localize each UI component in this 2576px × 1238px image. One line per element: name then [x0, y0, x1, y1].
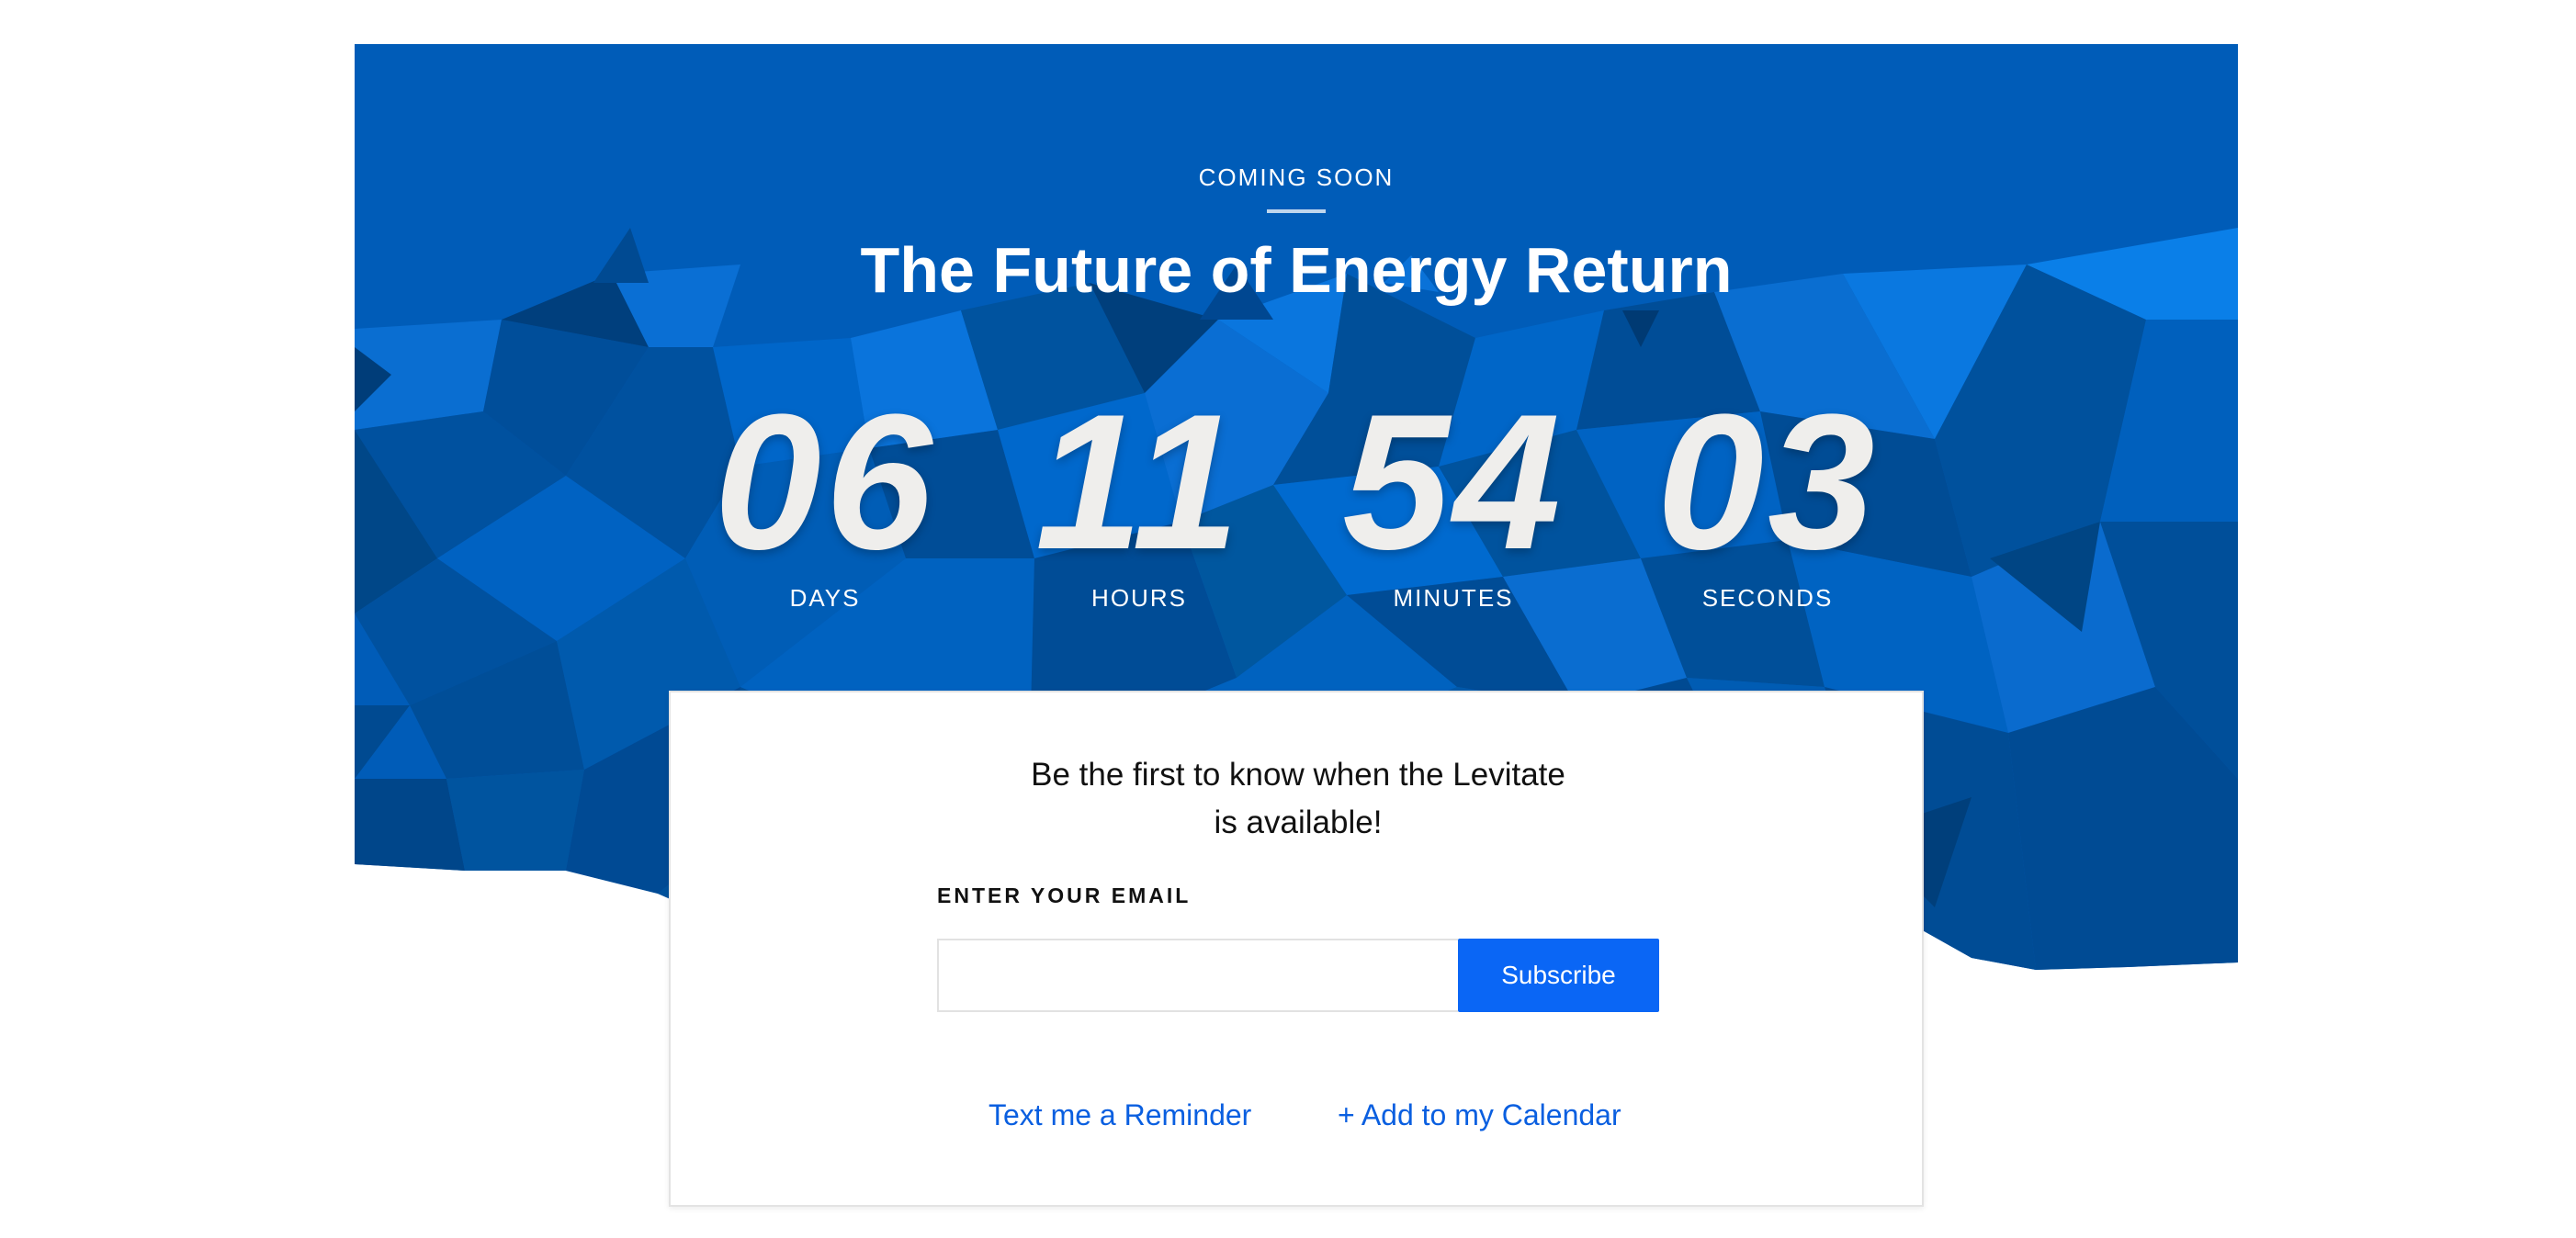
- add-to-calendar-link[interactable]: + Add to my Calendar: [1338, 1098, 1621, 1132]
- seconds-value: 03: [1656, 374, 1879, 590]
- email-field[interactable]: [937, 939, 1458, 1012]
- countdown-hours: 11 HOURS: [1001, 386, 1277, 613]
- email-field-label: ENTER YOUR EMAIL: [937, 883, 1192, 907]
- countdown-seconds: 03 SECONDS: [1630, 386, 1905, 613]
- subscribe-button[interactable]: Subscribe: [1458, 939, 1659, 1012]
- countdown-days: 06 DAYS: [687, 386, 963, 613]
- signup-lead-text: Be the first to know when the Levitate i…: [1031, 757, 1565, 840]
- signup-card: Be the first to know when the Levitate i…: [669, 691, 1924, 1207]
- countdown-timer: 06 DAYS 11 HOURS 54 MINUTES 03 SECONDS: [355, 44, 2238, 687]
- countdown-minutes: 54 MINUTES: [1316, 386, 1591, 613]
- hours-value: 11: [1035, 374, 1243, 590]
- days-value: 06: [714, 374, 936, 590]
- text-reminder-link[interactable]: Text me a Reminder: [989, 1098, 1251, 1132]
- minutes-value: 54: [1342, 374, 1565, 590]
